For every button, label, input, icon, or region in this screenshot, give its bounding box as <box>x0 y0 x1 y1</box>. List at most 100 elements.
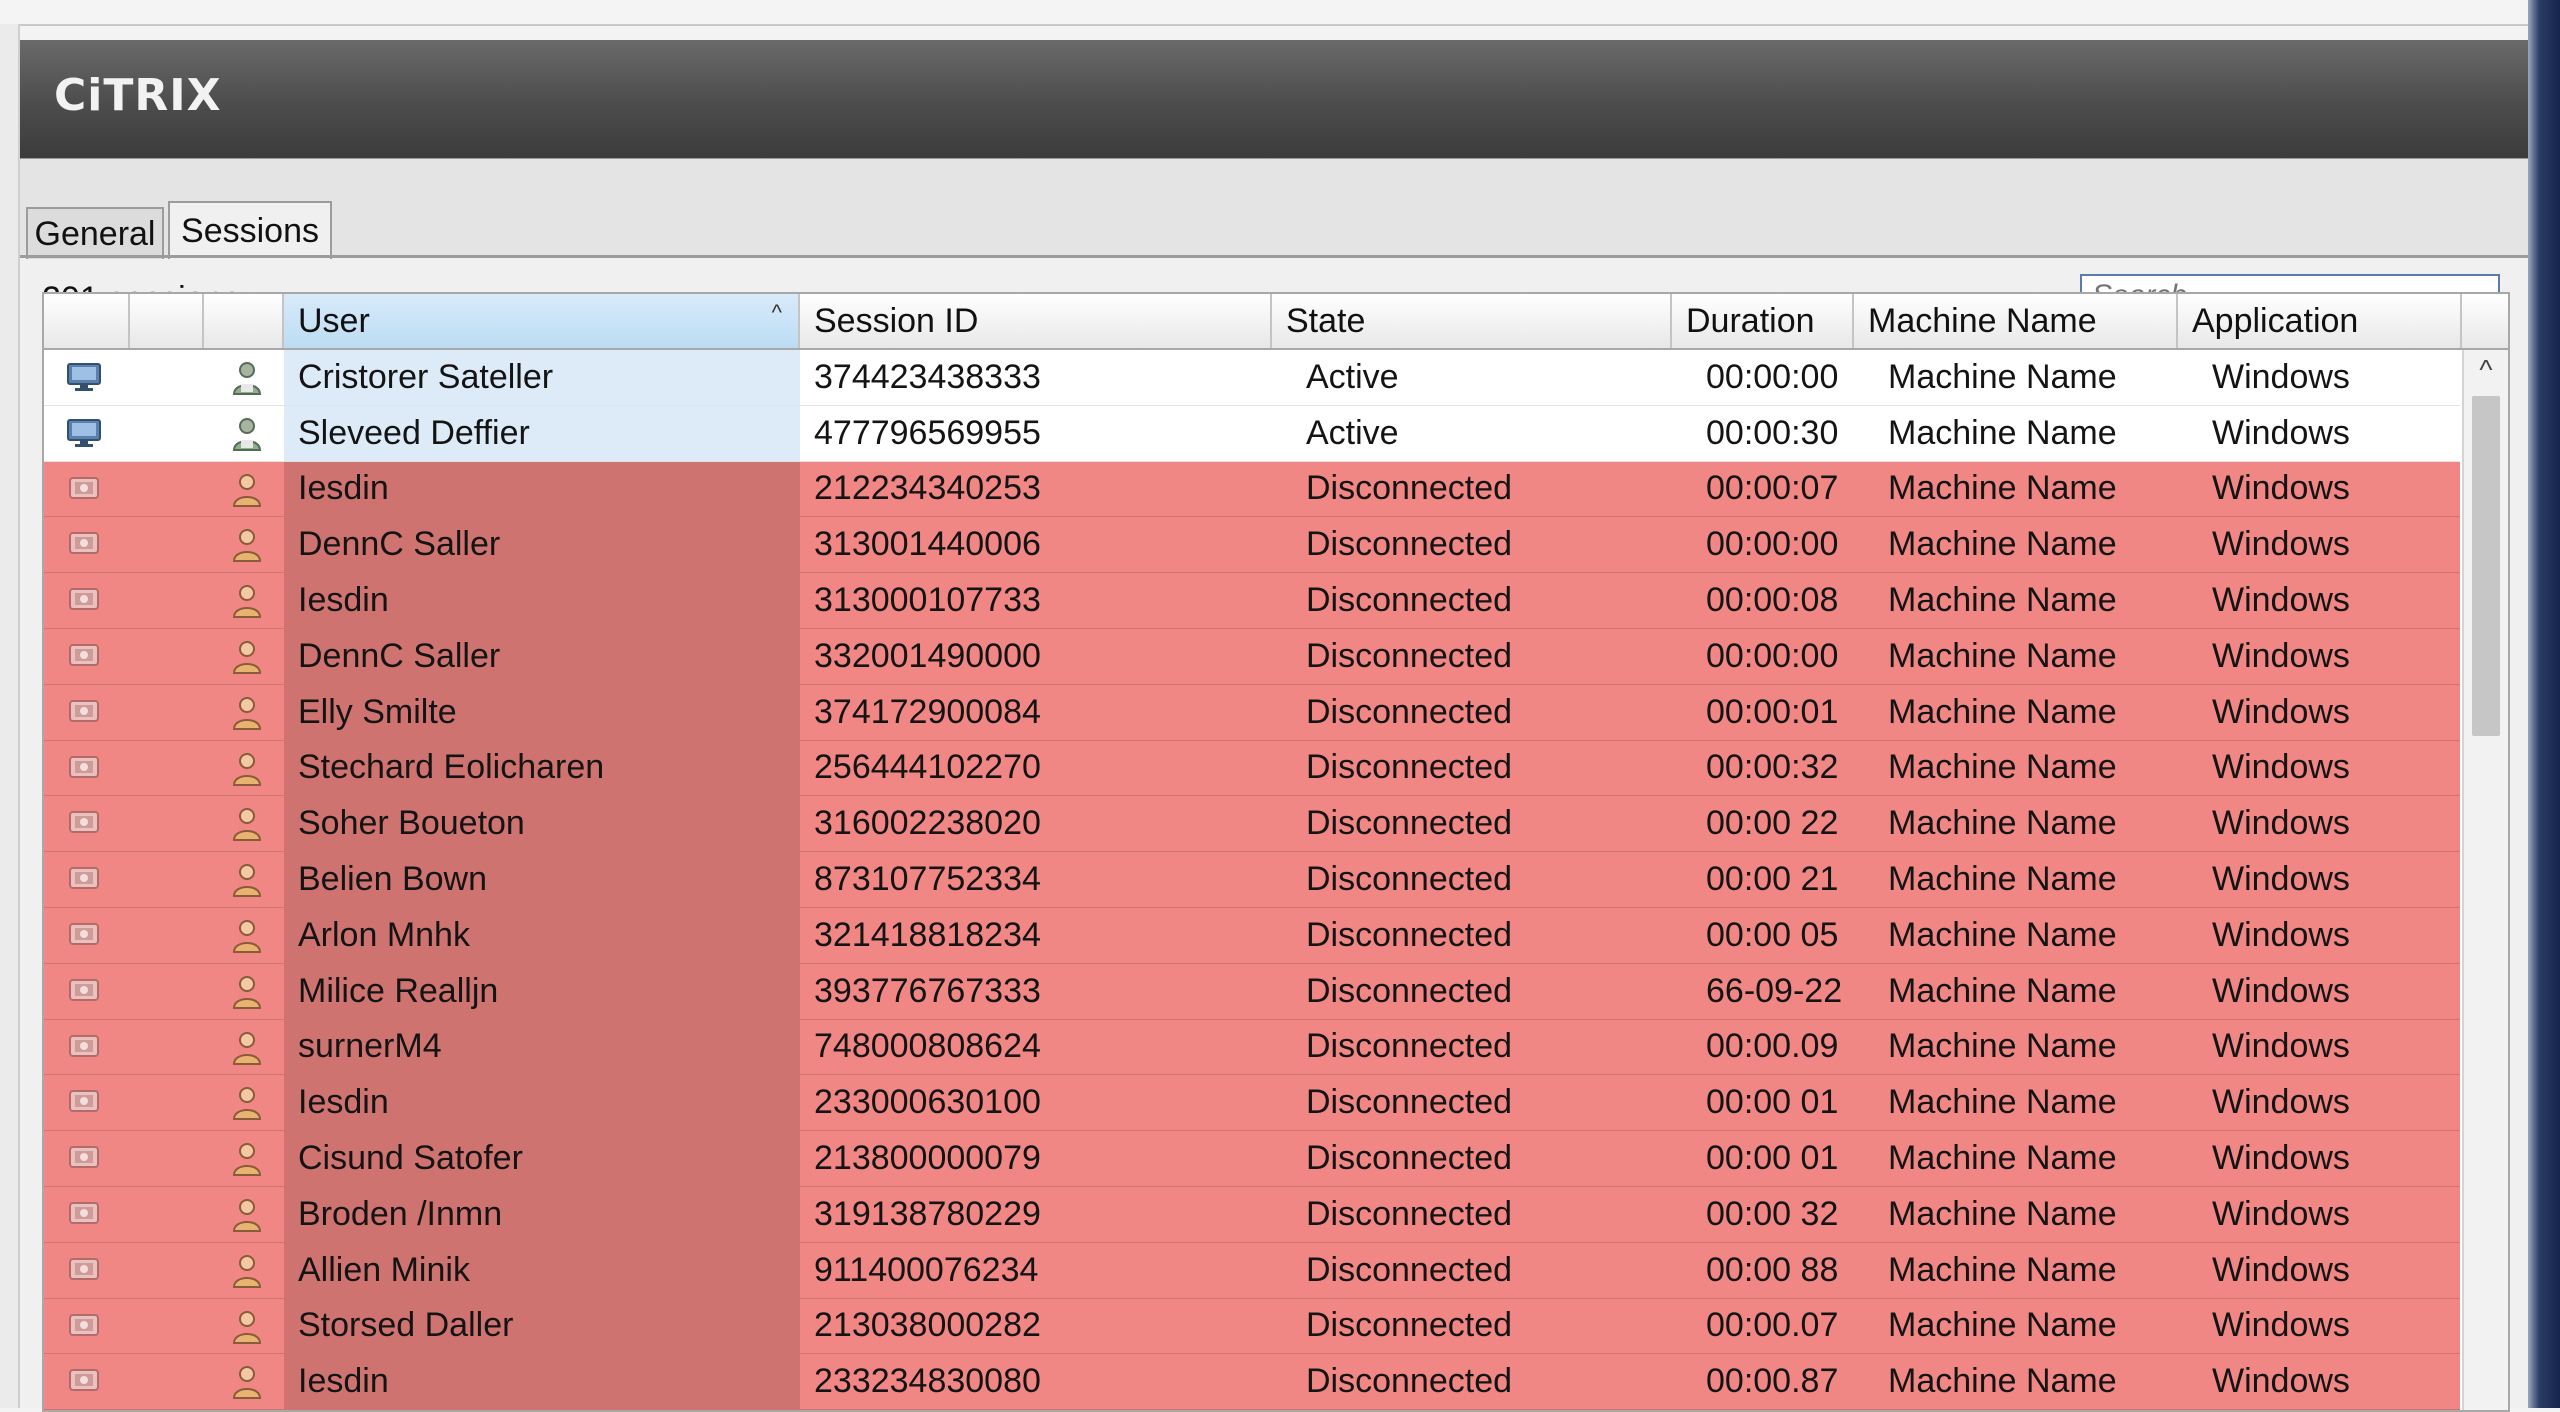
cell-session-id: 233234830080 <box>814 1362 1041 1401</box>
scrollbar-thumb[interactable] <box>2472 396 2500 736</box>
cell-session-id: 319138780229 <box>814 1194 1041 1233</box>
cell-machine-name: Machine Name <box>1888 1362 2117 1401</box>
cell-state: Disconnected <box>1306 1194 1513 1233</box>
cell-duration: 00:00 01 <box>1706 1083 1839 1122</box>
cell-user: Sleveed Deffier <box>298 413 530 452</box>
cell-machine-name: Machine Name <box>1888 357 2117 396</box>
column-header-application[interactable]: Application <box>2178 294 2462 348</box>
cell-user: Cisund Satofer <box>298 1139 523 1178</box>
cell-duration: 66-09-22 <box>1706 971 1843 1010</box>
monitor-icon <box>66 864 102 894</box>
monitor-icon <box>66 1255 102 1285</box>
column-header-machine-name[interactable]: Machine Name <box>1854 294 2178 348</box>
citrix-logo: CiTRIX <box>54 70 222 121</box>
table-row[interactable]: Stechard Eolicharen 256444102270 Disconnec… <box>44 740 2460 797</box>
column-header-session-id[interactable]: Session ID <box>800 294 1272 348</box>
cell-session-id: 316002238020 <box>814 804 1041 843</box>
column-header-icon3[interactable] <box>204 294 284 348</box>
cell-duration: 00:00:01 <box>1706 692 1839 731</box>
table-row[interactable]: Belien Bown 873107752334 Disconnected 00:00… <box>44 852 2460 908</box>
table-row[interactable]: Iesdin 233234830080 Disconnected 00:00.87 Ma… <box>44 1354 2460 1410</box>
cell-state: Disconnected <box>1306 581 1513 620</box>
column-header-user-label: User <box>298 301 370 340</box>
cell-state: Disconnected <box>1306 971 1513 1010</box>
cell-user: Cristorer Sateller <box>298 357 554 396</box>
cell-machine-name: Machine Name <box>1888 748 2117 787</box>
table-row[interactable]: Arlon Mnhk 321418818234 Disconnected 00:00 … <box>44 908 2460 964</box>
monitor-icon <box>66 1199 102 1229</box>
column-header-state[interactable]: State <box>1272 294 1672 348</box>
table-row[interactable]: surnerM4 748000808624 Disconnected 00:00.09… <box>44 1019 2460 1076</box>
monitor-icon <box>66 808 102 838</box>
cell-machine-name: Machine Name <box>1888 469 2117 508</box>
cell-application: Windows <box>2212 1139 2350 1178</box>
table-row[interactable]: Cisund Satofer 213800000079 Disconnected 00… <box>44 1131 2460 1187</box>
tab-general[interactable]: General <box>26 207 164 259</box>
user-icon <box>230 472 264 508</box>
monitor-icon <box>66 362 102 392</box>
user-icon <box>230 1309 264 1345</box>
user-icon <box>230 695 264 731</box>
cell-user: Broden /Inmn <box>298 1194 503 1233</box>
sort-ascending-icon: ^ <box>771 300 782 325</box>
user-icon <box>230 862 264 898</box>
cell-duration: 00:00 01 <box>1706 1139 1839 1178</box>
cell-state: Disconnected <box>1306 692 1513 731</box>
user-icon <box>230 1197 264 1233</box>
table-row[interactable]: Broden /Inmn 319138780229 Disconnected 00:0… <box>44 1187 2460 1243</box>
cell-machine-name: Machine Name <box>1888 1139 2117 1178</box>
cell-application: Windows <box>2212 413 2350 452</box>
cell-duration: 00:00 22 <box>1706 804 1839 843</box>
cell-application: Windows <box>2212 804 2350 843</box>
column-header-user[interactable]: User ^ <box>284 294 800 348</box>
cell-duration: 00:00 32 <box>1706 1194 1839 1233</box>
user-icon <box>230 1253 264 1289</box>
user-icon <box>230 1141 264 1177</box>
table-row[interactable]: DennC Saller 332001490000 Disconnected 00:0… <box>44 629 2460 685</box>
cell-session-id: 213800000079 <box>814 1139 1041 1178</box>
table-row[interactable]: Soher Boueton 316002238020 Disconnected 00:… <box>44 796 2460 853</box>
cell-user: Stechard Eolicharen <box>298 748 605 787</box>
table-row[interactable]: Iesdin 212234340253 Disconnected 00:00:07 Ma… <box>44 461 2460 518</box>
cell-state: Disconnected <box>1306 915 1513 954</box>
cell-user: Arlon Mnhk <box>298 915 470 954</box>
column-header-icon1[interactable] <box>44 294 130 348</box>
table-row[interactable]: Sleveed Deffier 477796569955 Active 00:00:3… <box>44 405 2460 462</box>
user-icon <box>230 1030 264 1066</box>
table-row[interactable]: Iesdin 233000630100 Disconnected 00:00 01 Ma… <box>44 1075 2460 1132</box>
cell-session-id: 212234340253 <box>814 469 1041 508</box>
cell-session-id: 313001440006 <box>814 525 1041 564</box>
cell-state: Disconnected <box>1306 525 1513 564</box>
cell-duration: 00:00:32 <box>1706 748 1839 787</box>
user-icon <box>230 360 264 396</box>
monitor-icon <box>66 474 102 504</box>
cell-session-id: 873107752334 <box>814 860 1041 899</box>
cell-application: Windows <box>2212 860 2350 899</box>
tab-sessions[interactable]: Sessions <box>168 201 332 259</box>
cell-application: Windows <box>2212 469 2350 508</box>
column-header-duration[interactable]: Duration <box>1672 294 1854 348</box>
table-row[interactable]: Iesdin 313000107733 Disconnected 00:00:08 Ma… <box>44 573 2460 629</box>
cell-duration: 00:00 88 <box>1706 1250 1839 1289</box>
table-row[interactable]: Elly Smilte 374172900084 Disconnected 00:00… <box>44 684 2460 741</box>
desktop-background <box>2528 0 2560 1408</box>
cell-session-id: 313000107733 <box>814 581 1041 620</box>
cell-application: Windows <box>2212 1027 2350 1066</box>
vertical-scrollbar[interactable]: ^ <box>2462 350 2508 1410</box>
table-row[interactable]: DennC Saller 313001440006 Disconnected 00:0… <box>44 517 2460 574</box>
table-row[interactable]: Cristorer Sateller 374423438333 Active 00:0… <box>44 350 2460 406</box>
cell-state: Disconnected <box>1306 748 1513 787</box>
scroll-up-icon[interactable]: ^ <box>2464 350 2508 390</box>
table-row[interactable]: Storsed Daller 213038000282 Disconnected 00… <box>44 1298 2460 1355</box>
user-icon <box>230 918 264 954</box>
table-row[interactable]: Allien Minik 911400076234 Disconnected 00:0… <box>44 1242 2460 1299</box>
cell-machine-name: Machine Name <box>1888 636 2117 675</box>
cell-user: surnerM4 <box>298 1027 442 1066</box>
cell-state: Disconnected <box>1306 804 1513 843</box>
table-row[interactable]: Milice Realljn 393776767333 Disconnected 66… <box>44 963 2460 1020</box>
cell-application: Windows <box>2212 915 2350 954</box>
cell-state: Disconnected <box>1306 469 1513 508</box>
cell-duration: 00:00:00 <box>1706 636 1839 675</box>
user-icon <box>230 416 264 452</box>
column-header-icon2[interactable] <box>130 294 204 348</box>
